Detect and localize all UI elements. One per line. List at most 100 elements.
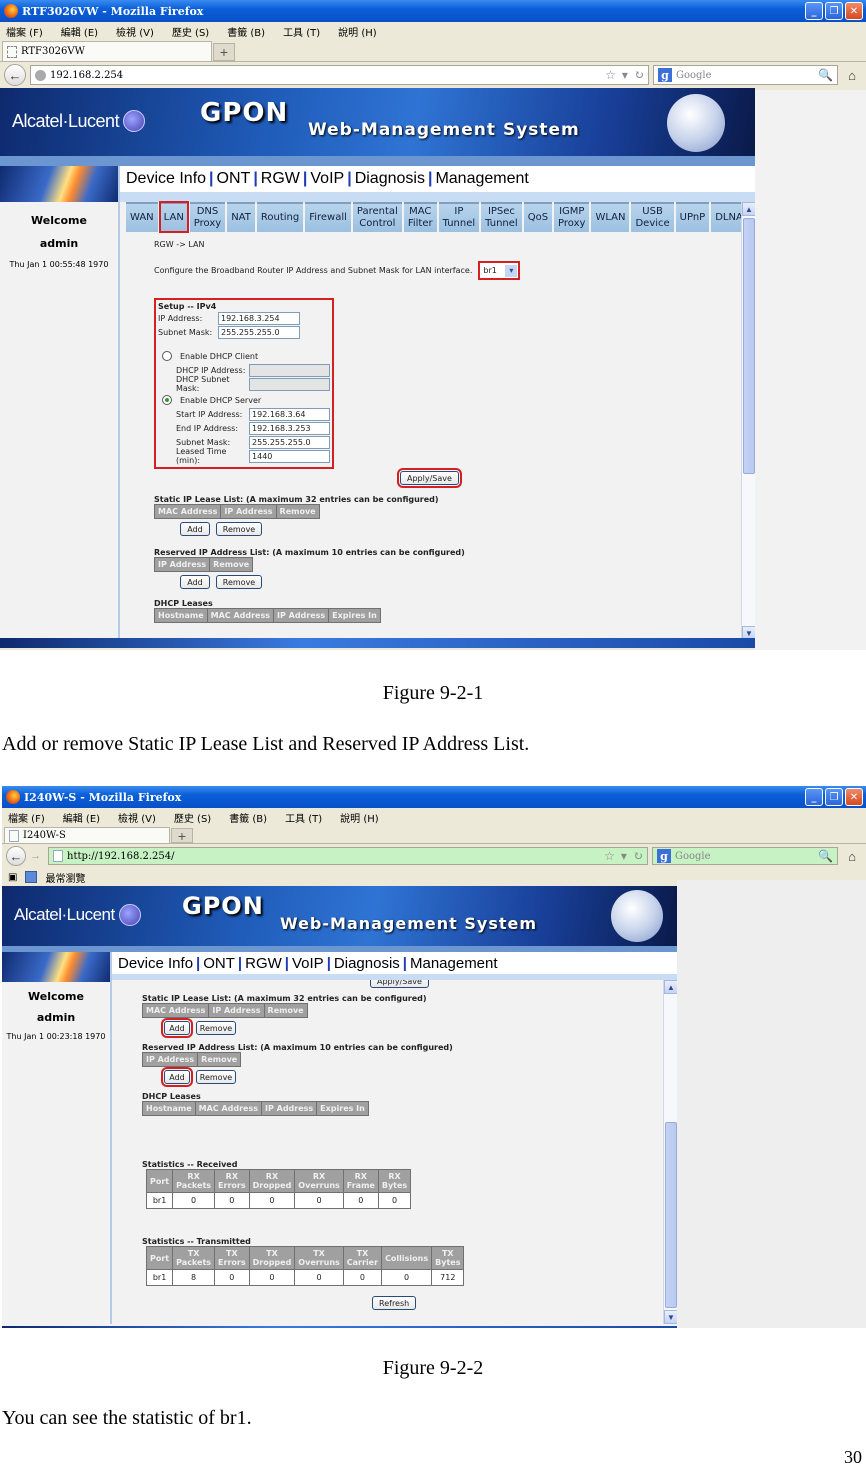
menu-help[interactable]: 說明 (H) (340, 810, 379, 825)
nav-diagnosis[interactable]: Diagnosis (355, 170, 425, 188)
server-subnet-input[interactable]: 255.255.255.0 (249, 435, 330, 449)
subnet-mask-input[interactable]: 255.255.255.0 (218, 325, 300, 339)
subtab-upnp[interactable]: UPnP (675, 202, 710, 232)
search-bar[interactable]: g Google 🔍 (652, 847, 838, 865)
restore-button[interactable]: ❐ (825, 2, 843, 20)
minimize-button[interactable]: _ (805, 2, 823, 20)
subtab-parental-control[interactable]: Parental Control (352, 202, 402, 232)
search-icon[interactable]: 🔍 (818, 68, 833, 82)
subtab-ipsec-tunnel[interactable]: IPSec Tunnel (481, 202, 522, 232)
apply-save-button[interactable]: Apply/Save (370, 980, 429, 988)
close-button[interactable]: ✕ (845, 2, 863, 20)
new-tab-button[interactable]: + (171, 828, 193, 844)
subtab-mac-filter[interactable]: MAC Filter (403, 202, 437, 232)
start-ip-input[interactable]: 192.168.3.64 (249, 407, 330, 421)
static-add-button[interactable]: Add (161, 1018, 193, 1038)
apply-save-button[interactable]: Apply/Save (397, 468, 462, 488)
search-bar[interactable]: g Google 🔍 (653, 65, 838, 85)
dhcp-server-radio[interactable] (162, 395, 172, 405)
table-cell: 0 (377, 1192, 412, 1209)
reserved-remove-button[interactable]: Remove (216, 575, 262, 589)
scroll-down-icon[interactable]: ▼ (664, 1310, 677, 1324)
subtab-wlan[interactable]: WLAN (591, 202, 630, 232)
subtab-igmp-proxy[interactable]: IGMP Proxy (554, 202, 590, 232)
menu-edit[interactable]: 編輯 (E) (61, 24, 98, 39)
url-bar[interactable]: http://192.168.2.254/ ☆ ▾ ↻ (48, 847, 648, 865)
forward-button[interactable]: → (30, 850, 44, 862)
menu-file[interactable]: 檔案 (F) (6, 24, 43, 39)
column-header: MAC Address (194, 1101, 263, 1116)
subtab-nat[interactable]: NAT (227, 202, 255, 232)
menu-help[interactable]: 說明 (H) (338, 24, 377, 39)
subtab-firewall[interactable]: Firewall (305, 202, 351, 232)
static-add-button[interactable]: Add (180, 522, 210, 536)
end-ip-input[interactable]: 192.168.3.253 (249, 421, 330, 435)
menu-history[interactable]: 歷史 (S) (172, 24, 209, 39)
menu-tools[interactable]: 工具 (T) (285, 810, 322, 825)
menu-view[interactable]: 檢視 (V) (118, 810, 156, 825)
menu-bookmarks[interactable]: 書籤 (B) (229, 810, 267, 825)
back-button[interactable]: ← (6, 846, 26, 866)
dhcp-client-radio[interactable] (162, 351, 172, 361)
static-remove-button[interactable]: Remove (196, 1021, 236, 1035)
menu-history[interactable]: 歷史 (S) (174, 810, 211, 825)
url-bar[interactable]: 192.168.2.254 ☆ ▾ ↻ (30, 65, 649, 85)
chevron-down-icon[interactable]: ▾ (505, 264, 518, 277)
start-ip-label: Start IP Address: (176, 409, 243, 419)
refresh-button[interactable]: Refresh (372, 1296, 417, 1310)
scroll-up-icon[interactable]: ▲ (742, 202, 756, 216)
menu-view[interactable]: 檢視 (V) (116, 24, 154, 39)
menu-file[interactable]: 檔案 (F) (8, 810, 45, 825)
menu-edit[interactable]: 編輯 (E) (63, 810, 100, 825)
search-icon[interactable]: 🔍 (818, 849, 833, 863)
browser-tab[interactable]: I240W-S (4, 827, 170, 843)
subtab-usb-device[interactable]: USB Device (631, 202, 674, 232)
nav-ont[interactable]: ONT (217, 170, 251, 188)
nav-rgw[interactable]: RGW (261, 170, 300, 188)
menu-tools[interactable]: 工具 (T) (283, 24, 320, 39)
home-icon[interactable]: ⌂ (842, 849, 862, 864)
nav-management[interactable]: Management (410, 955, 498, 972)
nav-device-info[interactable]: Device Info (118, 955, 193, 972)
minimize-button[interactable]: _ (805, 788, 823, 806)
menu-bookmarks[interactable]: 書籤 (B) (227, 24, 265, 39)
nav-ont[interactable]: ONT (203, 955, 235, 972)
close-button[interactable]: ✕ (845, 788, 863, 806)
nav-management[interactable]: Management (435, 170, 528, 188)
subtab-wan[interactable]: WAN (126, 202, 158, 232)
table-cell: br1 (145, 1192, 174, 1209)
reload-icon[interactable]: ↻ (634, 68, 644, 82)
subtab-dns-proxy[interactable]: DNS Proxy (189, 202, 226, 232)
nav-voip[interactable]: VoIP (292, 955, 324, 972)
bookmark-star-icon[interactable]: ☆ (604, 849, 615, 863)
reserved-add-button[interactable]: Add (161, 1067, 193, 1087)
static-remove-button[interactable]: Remove (216, 522, 262, 536)
restore-button[interactable]: ❐ (825, 788, 843, 806)
subtab-routing[interactable]: Routing (256, 202, 304, 232)
subtab-lan[interactable]: LAN (158, 201, 189, 233)
nav-rgw[interactable]: RGW (245, 955, 282, 972)
home-icon[interactable]: ⌂ (842, 68, 862, 83)
new-tab-button[interactable]: + (213, 43, 235, 61)
reload-icon[interactable]: ↻ (633, 849, 643, 863)
back-button[interactable]: ← (4, 64, 26, 86)
nav-device-info[interactable]: Device Info (126, 170, 206, 188)
bookmark-star-icon[interactable]: ☆ (605, 68, 616, 82)
reserved-remove-button[interactable]: Remove (196, 1070, 236, 1084)
reserved-add-button[interactable]: Add (180, 575, 210, 589)
globe-icon (667, 94, 725, 152)
nav-voip[interactable]: VoIP (310, 170, 344, 188)
history-dropdown-icon[interactable]: ▾ (622, 68, 628, 82)
history-dropdown-icon[interactable]: ▾ (621, 849, 627, 863)
nav-diagnosis[interactable]: Diagnosis (334, 955, 400, 972)
interface-select[interactable]: br1 ▾ (478, 261, 521, 280)
alcatel-lucent-icon (118, 904, 141, 926)
subtab-ip-tunnel[interactable]: IP Tunnel (438, 202, 480, 232)
subtab-qos[interactable]: QoS (523, 202, 553, 232)
lease-time-input[interactable]: 1440 (249, 449, 330, 463)
ip-address-input[interactable]: 192.168.3.254 (218, 311, 300, 325)
dhcp-subnet-input[interactable] (249, 377, 330, 391)
browser-tab[interactable]: RTF3026VW (2, 41, 212, 61)
dhcp-ip-input[interactable] (249, 363, 330, 377)
most-visited-link[interactable]: 最常瀏覽 (45, 870, 85, 885)
